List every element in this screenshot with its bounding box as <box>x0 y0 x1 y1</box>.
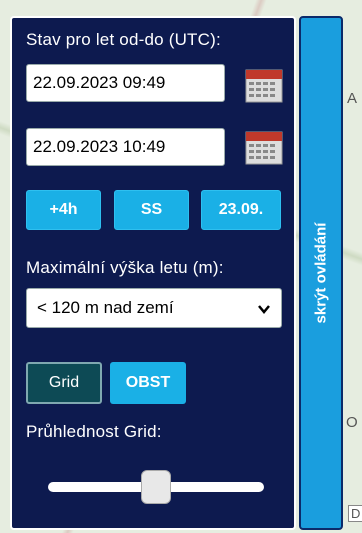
map-label: O <box>346 414 358 431</box>
date-from-input[interactable]: 22.09.2023 09:49 <box>26 64 225 102</box>
hide-controls-tab[interactable]: skrýt ovládání <box>299 16 343 530</box>
add-4h-button[interactable]: +4h <box>26 190 101 230</box>
opacity-label: Průhlednost Grid: <box>26 422 162 441</box>
chevron-down-icon <box>258 305 270 314</box>
next-day-button[interactable]: 23.09. <box>201 190 281 230</box>
max-height-select-value: < 120 m nad zemí <box>37 298 174 317</box>
control-panel: Stav pro let od-do (UTC): 22.09.2023 09:… <box>10 16 296 530</box>
hide-controls-label: skrýt ovládání <box>312 222 330 324</box>
grid-toggle-button[interactable]: Grid <box>26 362 102 404</box>
opacity-slider-thumb[interactable] <box>141 470 171 504</box>
sunset-button[interactable]: SS <box>114 190 189 230</box>
calendar-icon[interactable] <box>244 64 284 104</box>
max-height-label: Maximální výška letu (m): <box>26 258 224 277</box>
map-label: A <box>347 90 358 107</box>
calendar-icon[interactable] <box>244 126 284 166</box>
map-label: D <box>348 505 362 522</box>
date-to-input[interactable]: 22.09.2023 10:49 <box>26 128 225 166</box>
obst-toggle-button[interactable]: OBST <box>110 362 186 404</box>
max-height-select[interactable]: < 120 m nad zemí <box>26 288 282 328</box>
flight-range-label: Stav pro let od-do (UTC): <box>26 30 221 49</box>
